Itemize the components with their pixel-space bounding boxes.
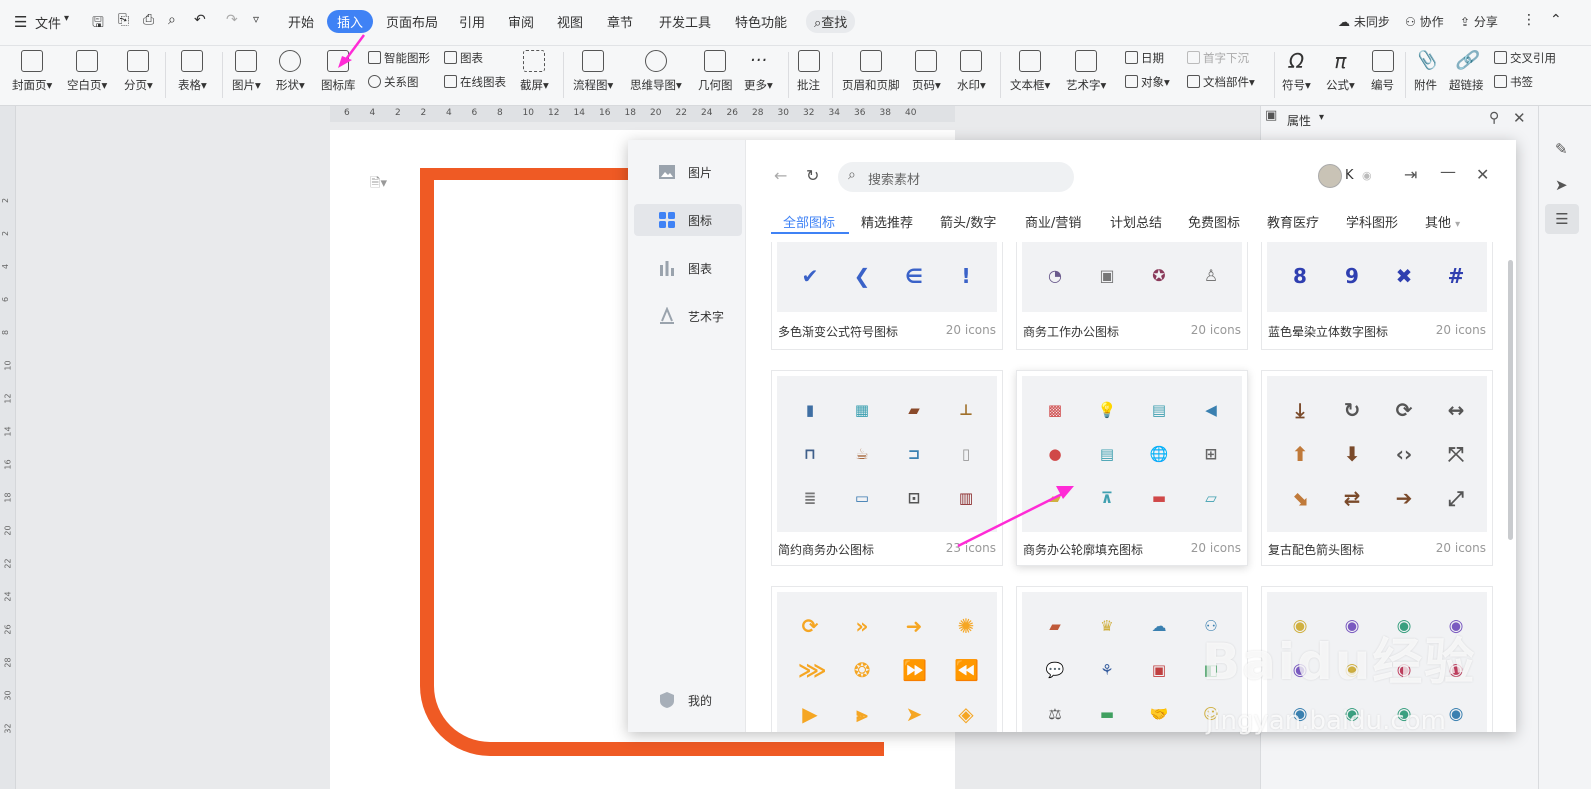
watermark-url: jingyan.baidu.com — [1206, 706, 1446, 736]
arrowhead-icon — [1056, 486, 1074, 499]
annotation-arrow-icon-set — [957, 490, 1067, 548]
arrowhead-icon — [338, 56, 352, 68]
watermark-text: Baidu经验 — [1202, 633, 1477, 691]
annotation-arrow-icon-library — [342, 34, 366, 63]
